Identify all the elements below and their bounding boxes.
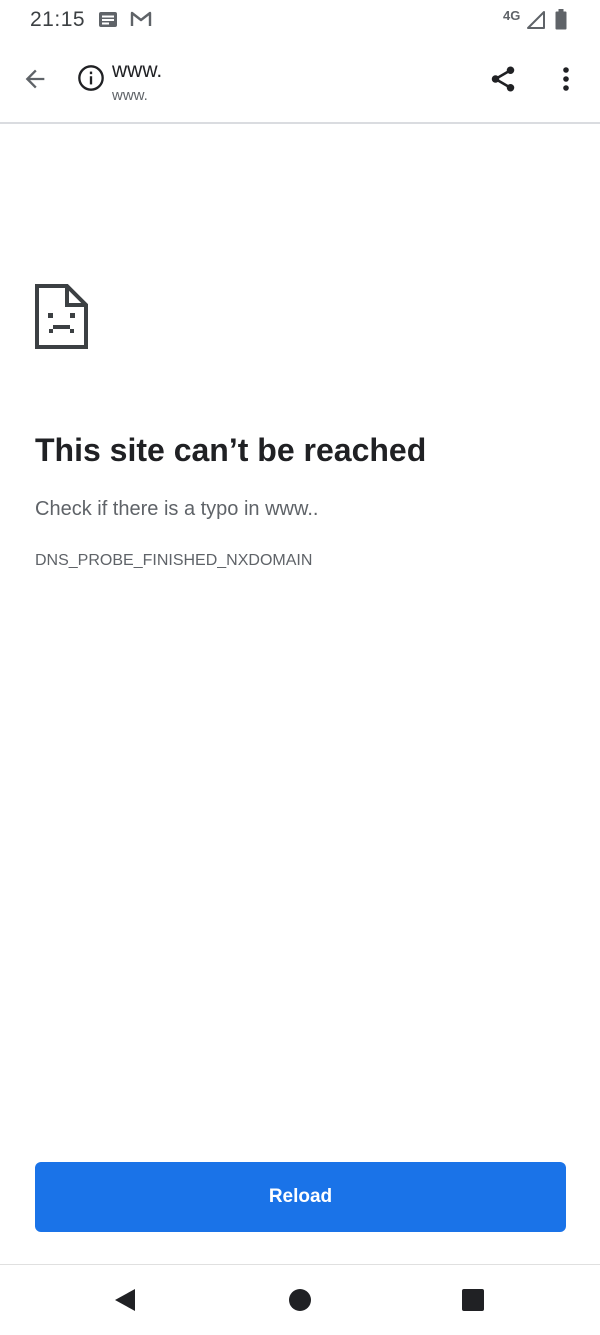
page-url: www. — [112, 87, 148, 104]
error-title: This site can’t be reached — [35, 432, 427, 468]
page-title: www. — [112, 59, 163, 82]
back-arrow-icon — [21, 65, 49, 98]
reload-button[interactable]: Reload — [35, 1162, 566, 1232]
url-display[interactable]: www. www. — [112, 58, 452, 106]
gmail-icon — [130, 11, 152, 33]
battery-icon — [555, 9, 567, 35]
more-vert-icon — [562, 66, 570, 97]
newspaper-icon — [98, 11, 118, 33]
nav-recents-icon[interactable] — [462, 1289, 484, 1316]
page-info-button[interactable] — [74, 62, 108, 98]
nav-back-icon[interactable] — [113, 1287, 137, 1318]
sad-page-icon — [35, 284, 88, 354]
more-options-button[interactable] — [546, 60, 586, 102]
error-description: Check if there is a typo in www.. — [35, 498, 319, 520]
browser-toolbar: www. www. — [0, 40, 600, 124]
info-icon — [77, 64, 105, 97]
error-code: DNS_PROBE_FINISHED_NXDOMAIN — [35, 552, 313, 569]
signal-icon — [526, 10, 546, 35]
status-time: 21:15 — [30, 8, 86, 31]
navigation-bar — [0, 1264, 600, 1335]
network-type: 4G — [503, 8, 521, 23]
share-button[interactable] — [482, 60, 524, 102]
share-icon — [488, 64, 518, 99]
status-bar: 21:15 4G — [0, 0, 600, 40]
nav-home-icon[interactable] — [288, 1288, 312, 1317]
back-button[interactable] — [14, 60, 56, 102]
